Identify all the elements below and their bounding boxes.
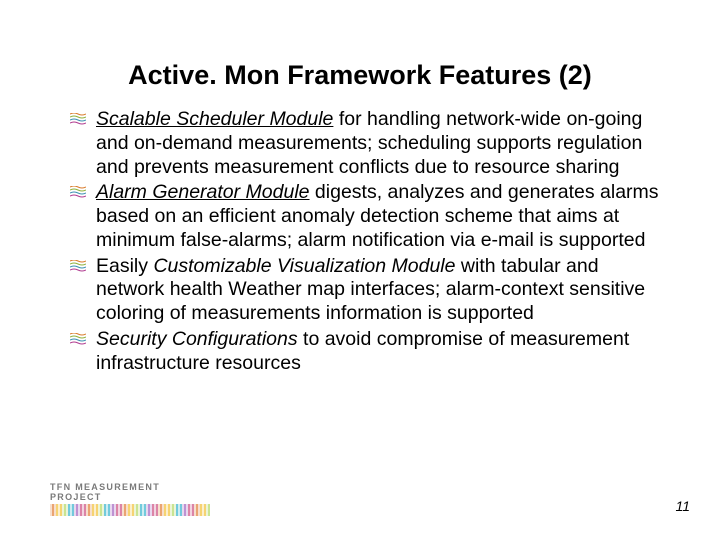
bullet-item: Alarm Generator Module digests, analyzes…: [70, 181, 670, 252]
bullet-icon: [70, 113, 90, 127]
bullet-text: Alarm Generator Module digests, analyzes…: [96, 181, 670, 252]
bullet-icon: [70, 260, 90, 274]
bullet-item: Security Configurations to avoid comprom…: [70, 328, 670, 376]
bullet-pre: Easily: [96, 255, 153, 277]
bullet-icon: [70, 333, 90, 347]
footer-logo: TFN MEASUREMENT PROJECT: [50, 482, 210, 516]
bullet-emph: Alarm Generator Module: [96, 181, 310, 203]
footer-color-bar: [50, 504, 210, 516]
footer-project-label: TFN MEASUREMENT PROJECT: [50, 482, 210, 502]
bullet-emph: Security Configurations: [96, 328, 298, 350]
slide: Active. Mon Framework Features (2) Scala…: [0, 0, 720, 540]
bullet-text: Easily Customizable Visualization Module…: [96, 255, 670, 326]
bullet-emph: Customizable Visualization Module: [153, 255, 455, 277]
slide-title: Active. Mon Framework Features (2): [0, 60, 720, 91]
slide-body: Scalable Scheduler Module for handling n…: [70, 108, 670, 378]
bullet-icon: [70, 186, 90, 200]
bullet-item: Easily Customizable Visualization Module…: [70, 255, 670, 326]
bullet-emph: Scalable Scheduler Module: [96, 108, 333, 130]
page-number: 11: [675, 498, 690, 514]
bullet-text: Scalable Scheduler Module for handling n…: [96, 108, 670, 179]
bullet-item: Scalable Scheduler Module for handling n…: [70, 108, 670, 179]
bullet-text: Security Configurations to avoid comprom…: [96, 328, 670, 376]
